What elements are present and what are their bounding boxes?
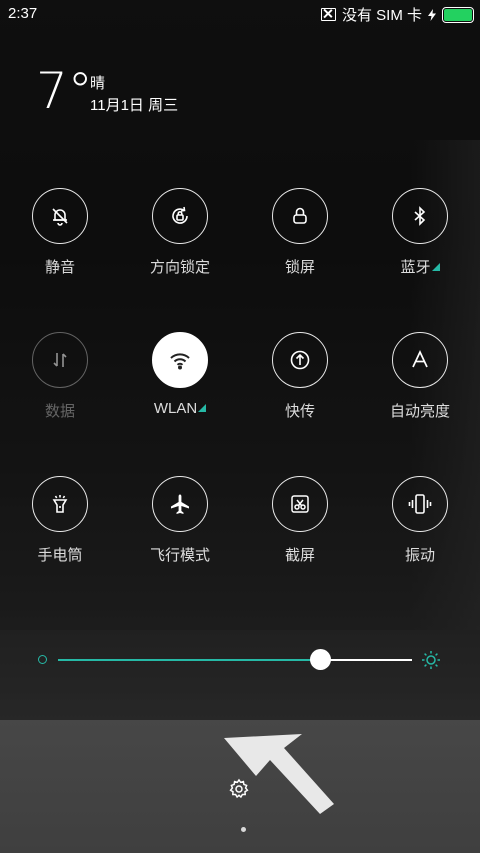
status-bar: 2:37 没有 SIM 卡 (0, 0, 480, 28)
no-sim-icon (320, 8, 336, 21)
tile-vibrate-button[interactable] (392, 476, 448, 532)
tile-auto-brightness-button[interactable] (392, 332, 448, 388)
page-indicator-dot (241, 827, 246, 832)
tile-screenshot-label: 截屏 (284, 547, 315, 564)
brightness-slider[interactable] (38, 648, 442, 672)
tile-rotation-lock-label: 方向锁定 (149, 259, 210, 276)
tile-airplane-mode-label: 飞行模式 (149, 547, 210, 564)
tile-vibrate[interactable]: 振动 (360, 476, 480, 586)
carrier-text: 没有 SIM 卡 (341, 7, 422, 24)
settings-gear-button[interactable] (228, 778, 250, 800)
battery-icon (442, 6, 474, 23)
tile-silent[interactable]: 静音 (0, 188, 120, 298)
tile-flashlight[interactable]: 手电筒 (0, 476, 120, 586)
tile-quick-transfer[interactable]: 快传 (240, 332, 360, 442)
tile-mobile-data[interactable]: 数据 (0, 332, 120, 442)
wallpaper-arrow-graphic (222, 726, 342, 816)
tile-flashlight-label: 手电筒 (37, 547, 83, 564)
tile-wlan-button[interactable] (152, 332, 208, 388)
data-arrows-icon (49, 349, 71, 371)
status-time: 2:37 (8, 5, 38, 22)
rotation-lock-icon (168, 204, 192, 228)
temperature: 7° (36, 62, 93, 120)
tile-auto-brightness-label: 自动亮度 (389, 403, 450, 420)
tile-screenshot[interactable]: 截屏 (240, 476, 360, 586)
transfer-icon (288, 348, 312, 372)
auto-brightness-icon (409, 349, 431, 371)
tile-bluetooth-text: 蓝牙 (400, 259, 431, 276)
bluetooth-icon (409, 205, 431, 227)
tile-bluetooth-button[interactable] (392, 188, 448, 244)
flashlight-icon (48, 492, 72, 516)
tile-wlan[interactable]: WLAN (120, 332, 240, 442)
tile-rotation-lock-button[interactable] (152, 188, 208, 244)
tile-mobile-data-button[interactable] (32, 332, 88, 388)
tile-airplane-mode-button[interactable] (152, 476, 208, 532)
tile-wlan-text: WLAN (153, 400, 198, 417)
tile-airplane-mode[interactable]: 飞行模式 (120, 476, 240, 586)
tile-lock-screen-button[interactable] (272, 188, 328, 244)
tile-quick-transfer-button[interactable] (272, 332, 328, 388)
vibrate-icon (407, 493, 433, 515)
tile-screenshot-button[interactable] (272, 476, 328, 532)
airplane-icon (168, 492, 192, 516)
date-text: 11月1日 周三 (90, 97, 179, 114)
brightness-low-icon (38, 655, 47, 664)
tile-vibrate-label: 振动 (404, 547, 435, 564)
battery-fill (444, 8, 472, 21)
tile-rotation-lock[interactable]: 方向锁定 (120, 188, 240, 298)
screenshot-icon (288, 492, 312, 516)
weather-condition: 晴 (90, 75, 106, 92)
tile-silent-button[interactable] (32, 188, 88, 244)
weather-widget[interactable]: 7° 晴 11月1日 周三 (36, 62, 178, 120)
lock-icon (289, 205, 311, 227)
tile-flashlight-button[interactable] (32, 476, 88, 532)
gear-icon (228, 778, 250, 800)
tile-wlan-label: WLAN (153, 400, 207, 417)
status-right: 没有 SIM 卡 (320, 4, 474, 25)
expand-indicator-icon (431, 263, 440, 271)
tile-quick-transfer-label: 快传 (284, 403, 315, 420)
expand-indicator-icon (198, 404, 207, 412)
charging-icon (428, 8, 436, 21)
tile-lock-screen[interactable]: 锁屏 (240, 188, 360, 298)
tile-auto-brightness[interactable]: 自动亮度 (360, 332, 480, 442)
tile-silent-label: 静音 (44, 259, 75, 276)
tile-lock-screen-label: 锁屏 (284, 259, 315, 276)
brightness-thumb[interactable] (309, 649, 331, 670)
tile-mobile-data-label: 数据 (44, 403, 75, 420)
tile-bluetooth[interactable]: 蓝牙 (360, 188, 480, 298)
bell-off-icon (49, 205, 71, 227)
brightness-high-icon (420, 649, 442, 671)
tile-bluetooth-label: 蓝牙 (400, 256, 440, 277)
brightness-track-fill (58, 659, 320, 661)
wifi-icon (168, 350, 192, 370)
